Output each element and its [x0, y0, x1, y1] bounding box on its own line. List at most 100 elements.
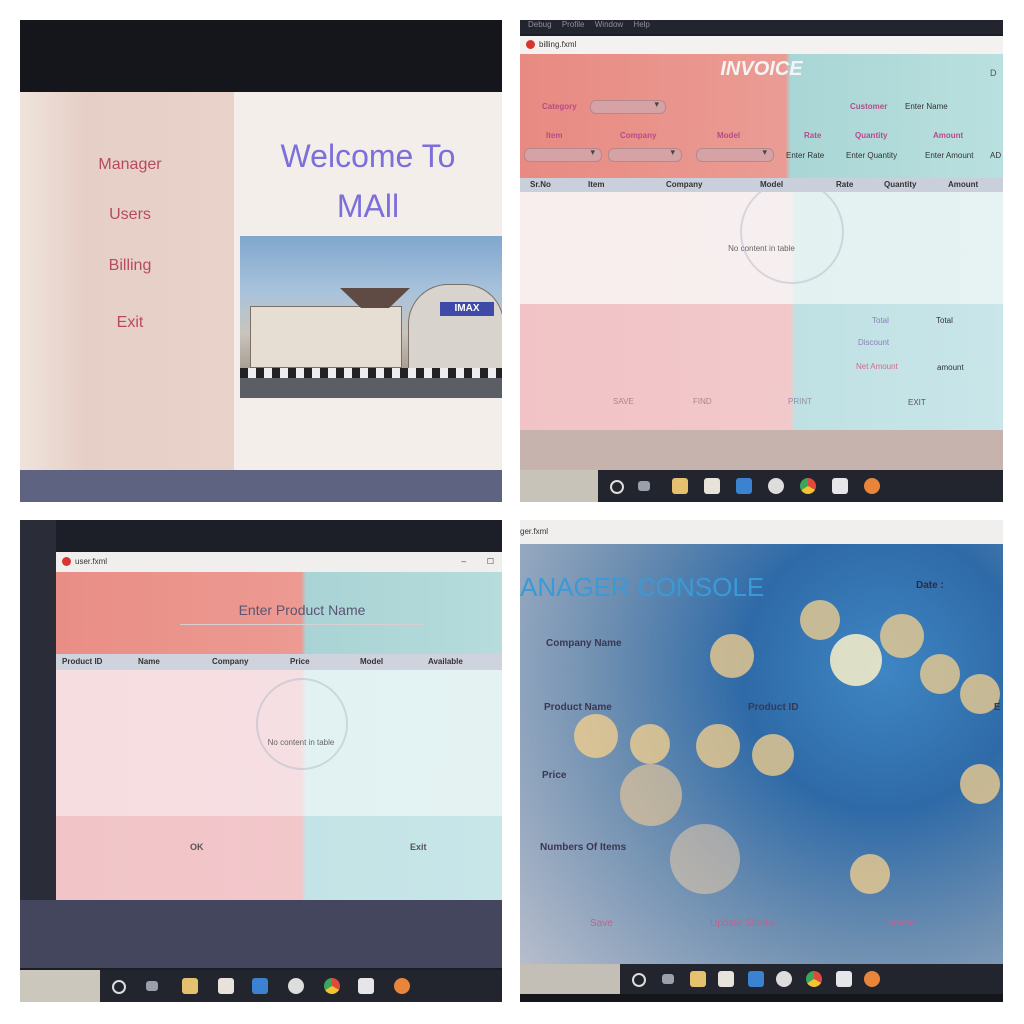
- delete-button[interactable]: Delete: [886, 918, 915, 929]
- chrome-icon[interactable]: [806, 971, 822, 987]
- app-icon: [62, 557, 71, 567]
- mail-icon[interactable]: [748, 971, 764, 987]
- media-icon[interactable]: [768, 478, 784, 494]
- mail-icon[interactable]: [252, 978, 268, 994]
- item-combo[interactable]: [524, 147, 602, 162]
- product-name-label: Product Name: [544, 702, 612, 713]
- exit-button[interactable]: Exit: [410, 842, 427, 852]
- menu-exit[interactable]: Exit: [60, 314, 200, 332]
- company-label: Company: [620, 131, 657, 140]
- mail-icon[interactable]: [736, 478, 752, 494]
- bokeh-light: [710, 634, 754, 678]
- package-icon[interactable]: [358, 978, 374, 994]
- running-app-icon[interactable]: [864, 971, 880, 987]
- col-model[interactable]: Model: [760, 180, 783, 189]
- menu-window[interactable]: Window: [595, 20, 623, 29]
- quantity-input[interactable]: Enter Quantity: [846, 151, 897, 160]
- print-button[interactable]: PRINT: [788, 397, 812, 406]
- company-combo[interactable]: [608, 147, 682, 162]
- col-available[interactable]: Available: [428, 657, 463, 666]
- rate-input[interactable]: Enter Rate: [786, 151, 824, 160]
- customer-input[interactable]: Enter Name: [905, 102, 948, 111]
- total-label: Total: [872, 316, 889, 325]
- maximize-icon[interactable]: ☐: [487, 552, 494, 572]
- bokeh-light: [960, 764, 1000, 804]
- col-model[interactable]: Model: [360, 657, 383, 666]
- store-icon[interactable]: [218, 978, 234, 994]
- taskbar-search-box[interactable]: [20, 970, 100, 1002]
- package-icon[interactable]: [836, 971, 852, 987]
- product-id-label: Product ID: [748, 702, 799, 713]
- save-button[interactable]: SAVE: [613, 397, 634, 406]
- col-name[interactable]: Name: [138, 657, 160, 666]
- monitor-bezel-top: [20, 20, 502, 92]
- menu-manager[interactable]: Manager: [60, 156, 200, 174]
- minimize-icon[interactable]: –: [462, 552, 466, 572]
- col-company[interactable]: Company: [212, 657, 248, 666]
- col-product-id[interactable]: Product ID: [62, 657, 102, 666]
- window-title: user.fxml: [75, 557, 108, 566]
- mall-canopy: [340, 288, 410, 308]
- customer-label: Customer: [850, 102, 888, 111]
- col-rate[interactable]: Rate: [836, 180, 853, 189]
- bokeh-light: [696, 724, 740, 768]
- manager-console-window: ANAGER CONSOLE Date : Company Name Produ…: [520, 544, 1003, 964]
- file-explorer-icon[interactable]: [182, 978, 198, 994]
- net-amount-label: Net Amount: [856, 362, 898, 371]
- chrome-icon[interactable]: [324, 978, 340, 994]
- running-app-icon[interactable]: [864, 478, 880, 494]
- find-button[interactable]: FIND: [693, 397, 712, 406]
- menu-debug[interactable]: Debug: [528, 20, 552, 29]
- product-table-header: Product ID Name Company Price Model Avai…: [56, 654, 502, 670]
- file-explorer-icon[interactable]: [690, 971, 706, 987]
- col-quantity[interactable]: Quantity: [884, 180, 916, 189]
- taskbar-search-box[interactable]: [520, 964, 620, 994]
- col-item[interactable]: Item: [588, 180, 604, 189]
- side-menu: [20, 92, 234, 470]
- exit-button[interactable]: EXIT: [908, 398, 926, 407]
- taskbar-search-box[interactable]: [520, 470, 598, 502]
- discount-label: Discount: [858, 338, 890, 347]
- product-name-search-input[interactable]: Enter Product Name: [180, 602, 424, 625]
- running-app-icon[interactable]: [394, 978, 410, 994]
- col-amount[interactable]: Amount: [948, 180, 978, 189]
- store-icon[interactable]: [704, 478, 720, 494]
- model-combo[interactable]: [696, 147, 774, 162]
- category-combo[interactable]: [590, 99, 666, 114]
- road-barrier: [240, 368, 502, 378]
- update-stocks-button[interactable]: Update Stocks: [710, 918, 775, 929]
- add-button[interactable]: AD: [990, 151, 1001, 160]
- save-button[interactable]: Save: [590, 918, 613, 929]
- menu-help[interactable]: Help: [633, 20, 649, 29]
- col-company[interactable]: Company: [666, 180, 702, 189]
- store-icon[interactable]: [718, 971, 734, 987]
- cortana-circle-icon[interactable]: [112, 980, 126, 994]
- desktop-background: [20, 900, 502, 968]
- amount-input[interactable]: Enter Amount: [925, 151, 973, 160]
- cortana-circle-icon[interactable]: [610, 480, 624, 494]
- window-title: billing.fxml: [539, 40, 577, 49]
- menu-billing[interactable]: Billing: [60, 257, 200, 275]
- menu-users[interactable]: Users: [60, 206, 200, 224]
- bokeh-light: [752, 734, 794, 776]
- main-menu-screen: Manager Users Billing Exit Welcome To MA…: [20, 20, 502, 502]
- task-view-icon[interactable]: [662, 974, 674, 984]
- table-empty-message: No content in table: [267, 738, 335, 747]
- media-icon[interactable]: [288, 978, 304, 994]
- company-name-label: Company Name: [546, 638, 622, 649]
- item-label: Item: [546, 131, 563, 140]
- col-price[interactable]: Price: [290, 657, 310, 666]
- task-view-icon[interactable]: [638, 481, 650, 491]
- chrome-icon[interactable]: [800, 478, 816, 494]
- menu-profile[interactable]: Profile: [562, 20, 585, 29]
- cortana-circle-icon[interactable]: [632, 973, 646, 987]
- file-explorer-icon[interactable]: [672, 478, 688, 494]
- media-icon[interactable]: [776, 971, 792, 987]
- user-screen: user.fxml – ☐ Enter Product Name Product…: [20, 520, 502, 1002]
- package-icon[interactable]: [832, 478, 848, 494]
- ok-button[interactable]: OK: [190, 842, 204, 852]
- col-srno[interactable]: Sr.No: [530, 180, 551, 189]
- ide-menubar: Debug Profile Window Help: [520, 20, 1003, 34]
- billing-screen: Debug Profile Window Help billing.fxml I…: [520, 20, 1003, 502]
- task-view-icon[interactable]: [146, 981, 158, 991]
